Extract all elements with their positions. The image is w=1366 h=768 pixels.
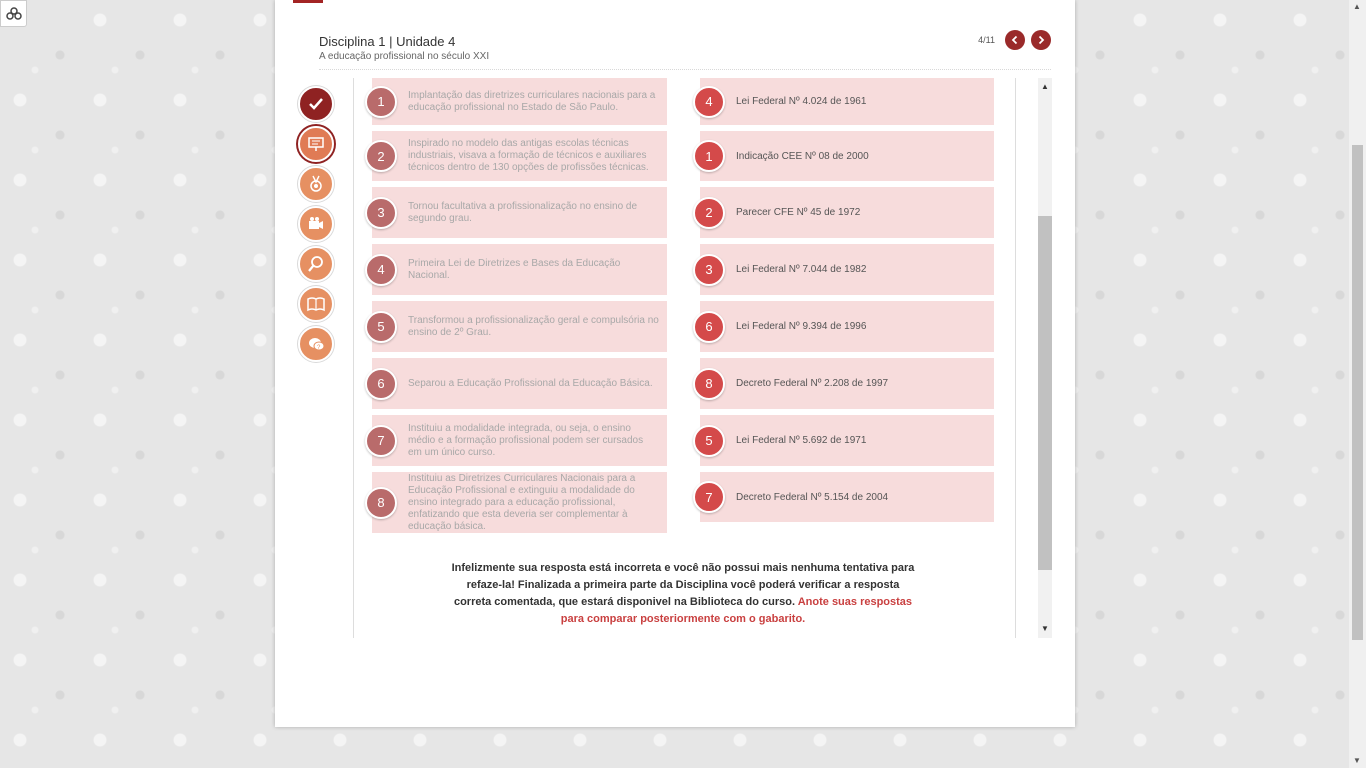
presentation-icon (308, 137, 324, 151)
law-answer-number: 1 (693, 140, 725, 172)
law-text: Indicação CEE Nº 08 de 2000 (736, 150, 869, 162)
law-answer-number: 4 (693, 85, 725, 118)
description-text: Primeira Lei de Diretrizes e Bases da Ed… (408, 257, 621, 281)
law-item[interactable]: 3 Lei Federal Nº 7.044 de 1982 (693, 244, 994, 295)
video-camera-icon (309, 217, 323, 229)
description-text: Implantação das diretrizes curriculares … (408, 89, 656, 113)
unit-subtitle: A educação profissional no século XXI (319, 51, 490, 62)
book-icon (307, 297, 325, 312)
description-item: 6 Separou a Educação Profissional da Edu… (365, 358, 667, 409)
description-text: Instituiu a modalidade integrada, ou sej… (408, 422, 644, 458)
nav-chat-button[interactable]: ? (298, 326, 334, 362)
description-text: Inspirado no modelo das antigas escolas … (408, 138, 649, 173)
description-item: 5 Transformou a profissionalização geral… (365, 301, 667, 352)
law-text: Lei Federal Nº 7.044 de 1982 (736, 264, 867, 275)
law-item[interactable]: 2 Parecer CFE Nº 45 de 1972 (693, 187, 994, 238)
law-answer-number: 3 (693, 253, 725, 286)
pager: 4/11 (978, 30, 1051, 50)
law-answer-number: 7 (693, 481, 725, 513)
description-item: 1 Implantação das diretrizes curriculare… (365, 78, 667, 125)
law-text: Parecer CFE Nº 45 de 1972 (736, 207, 861, 218)
nav-check-button[interactable] (298, 86, 334, 122)
law-text: Lei Federal Nº 9.394 de 1996 (736, 321, 867, 332)
description-number: 7 (365, 424, 397, 457)
previous-page-button[interactable] (1005, 30, 1025, 50)
content-scrollbar[interactable]: ▲ ▼ (1015, 78, 1052, 638)
description-text: Instituiu as Diretrizes Curriculares Nac… (408, 472, 636, 532)
description-item: 4 Primeira Lei de Diretrizes e Bases da … (365, 244, 667, 295)
page-indicator: 4/11 (978, 35, 995, 45)
page-header: Disciplina 1 | Unidade 4 A educação prof… (319, 30, 1051, 70)
description-item: 7 Instituiu a modalidade integrada, ou s… (365, 415, 667, 466)
description-number: 8 (365, 486, 397, 519)
law-item[interactable]: 8 Decreto Federal Nº 2.208 de 1997 (693, 358, 994, 409)
course-panel: Disciplina 1 | Unidade 4 A educação prof… (275, 0, 1075, 727)
scroll-up-arrow-icon[interactable]: ▲ (1353, 2, 1361, 11)
medal-icon (310, 175, 322, 192)
description-text: Separou a Educação Profissional da Educa… (408, 377, 653, 389)
content-scroll-thumb[interactable] (1038, 216, 1052, 570)
law-text: Lei Federal Nº 5.692 de 1971 (736, 435, 867, 446)
scroll-down-arrow-icon[interactable]: ▼ (1353, 756, 1361, 765)
description-number: 2 (365, 140, 397, 172)
feedback-message: Infelizmente sua resposta está incorreta… (449, 560, 917, 628)
description-number: 4 (365, 253, 397, 286)
law-text: Lei Federal Nº 4.024 de 1961 (736, 96, 867, 107)
next-page-button[interactable] (1031, 30, 1051, 50)
content-scroll-up-icon[interactable]: ▲ (1041, 82, 1049, 91)
chevron-left-icon (1011, 35, 1018, 45)
law-item[interactable]: 6 Lei Federal Nº 9.394 de 1996 (693, 301, 994, 352)
course-title: Disciplina 1 | Unidade 4 (319, 34, 456, 49)
law-answer-number: 5 (693, 424, 725, 457)
description-item: 3 Tornou facultativa a profissionalizaçã… (365, 187, 667, 238)
law-item[interactable]: 4 Lei Federal Nº 4.024 de 1961 (693, 78, 994, 125)
settings-tool-icon[interactable] (0, 0, 27, 27)
nav-search-button[interactable] (298, 246, 334, 282)
law-item[interactable]: 5 Lei Federal Nº 5.692 de 1971 (693, 415, 994, 466)
law-text: Decreto Federal Nº 5.154 de 2004 (736, 491, 889, 503)
law-answer-number: 2 (693, 196, 725, 229)
description-item: 8 Instituiu as Diretrizes Curriculares N… (365, 472, 667, 533)
matching-exercise: 1 Implantação das diretrizes curriculare… (353, 78, 1052, 638)
nav-book-button[interactable] (298, 286, 334, 322)
top-tab-marker (293, 0, 323, 3)
description-item: 2 Inspirado no modelo das antigas escola… (365, 131, 667, 181)
nav-medal-button[interactable] (298, 166, 334, 202)
law-item[interactable]: 1 Indicação CEE Nº 08 de 2000 (693, 131, 994, 181)
magnifier-icon (308, 256, 323, 272)
chat-question-icon: ? (309, 338, 325, 351)
content-scroll-down-icon[interactable]: ▼ (1041, 624, 1049, 633)
chevron-right-icon (1038, 35, 1045, 45)
page-scrollbar[interactable]: ▲ ▼ (1349, 0, 1366, 768)
nav-video-button[interactable] (298, 206, 334, 242)
check-icon (309, 98, 323, 110)
law-text: Decreto Federal Nº 2.208 de 1997 (736, 378, 889, 389)
description-number: 5 (365, 310, 397, 343)
description-text: Tornou facultativa a profissionalização … (408, 200, 638, 224)
description-number: 3 (365, 196, 397, 229)
description-text: Transformou a profissionalização geral e… (408, 314, 659, 338)
law-answer-number: 8 (693, 367, 725, 400)
side-navigation: ? (298, 86, 334, 366)
description-number: 1 (365, 85, 397, 118)
laws-column: 4 Lei Federal Nº 4.024 de 1961 1 Indicaç… (691, 78, 995, 528)
page-scroll-thumb[interactable] (1352, 145, 1363, 640)
descriptions-column: 1 Implantação das diretrizes curriculare… (364, 78, 668, 539)
law-item[interactable]: 7 Decreto Federal Nº 5.154 de 2004 (693, 472, 994, 522)
description-number: 6 (365, 367, 397, 400)
nav-presentation-button[interactable] (298, 126, 334, 162)
law-answer-number: 6 (693, 310, 725, 343)
